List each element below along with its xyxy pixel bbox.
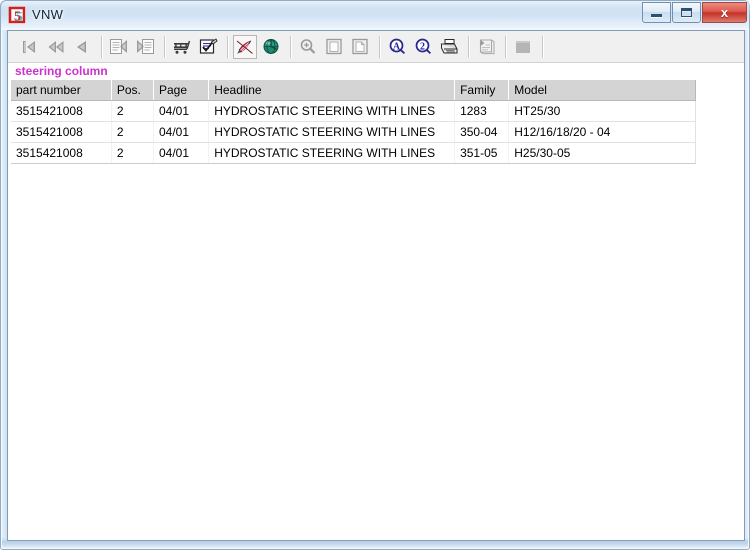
title-bar-gloss xyxy=(1,1,750,15)
toolbar-separator-7 xyxy=(505,35,506,58)
blank-button[interactable] xyxy=(511,35,535,59)
maximize-icon xyxy=(681,8,692,17)
zoom-button[interactable] xyxy=(296,35,320,59)
table-row[interactable]: 3515421008 2 04/01 HYDROSTATIC STEERING … xyxy=(11,142,696,164)
globe-button[interactable] xyxy=(259,35,283,59)
window-title: VNW xyxy=(32,7,64,22)
results-table: part number Pos. Page Headline Family Mo… xyxy=(11,80,696,164)
cell-page: 04/01 xyxy=(153,121,210,143)
maximize-button[interactable] xyxy=(672,2,701,23)
print-button[interactable] xyxy=(437,35,461,59)
toolbar-separator-1 xyxy=(101,35,102,58)
toolbar-separator-8 xyxy=(542,35,543,58)
globe-icon xyxy=(263,39,279,54)
magnifier-plus-icon xyxy=(300,39,316,54)
cell-part-number: 3515421008 xyxy=(11,121,112,143)
play-back-icon xyxy=(77,40,86,53)
application-window: 5 5 VNW x A 2 steering column part numbe… xyxy=(0,0,750,550)
toolbar-separator-4 xyxy=(290,35,291,58)
filled-square-icon xyxy=(516,40,530,53)
find-text-button[interactable]: A xyxy=(385,35,409,59)
svg-text:2: 2 xyxy=(420,41,425,52)
close-icon: x xyxy=(720,5,729,20)
svg-text:A: A xyxy=(392,41,400,52)
cell-pos: 2 xyxy=(111,121,155,143)
document-previous-icon xyxy=(110,39,127,54)
title-bar[interactable]: 5 5 VNW x xyxy=(1,1,750,30)
table-row[interactable]: 3515421008 2 04/01 HYDROSTATIC STEERING … xyxy=(11,121,696,143)
minimize-icon xyxy=(651,14,662,17)
toolbar: A 2 xyxy=(8,31,744,63)
notes-button[interactable] xyxy=(474,35,498,59)
cell-model: H25/30-05 xyxy=(508,142,696,164)
toolbar-separator-2 xyxy=(164,35,165,58)
window-controls: x xyxy=(641,2,747,24)
rewind-icon xyxy=(48,40,64,53)
circled-2-search-icon: 2 xyxy=(415,38,431,55)
order-list-button[interactable] xyxy=(196,35,220,59)
shopping-cart-icon xyxy=(174,40,191,54)
notepad-icon xyxy=(479,39,495,55)
previous-record-button[interactable] xyxy=(70,35,94,59)
cell-part-number: 3515421008 xyxy=(11,100,112,122)
minimize-button[interactable] xyxy=(642,2,671,23)
page-view-button[interactable] xyxy=(322,35,346,59)
page-corner-icon xyxy=(352,38,368,55)
cell-headline-link[interactable]: HYDROSTATIC STEERING WITH LINES xyxy=(208,121,456,143)
document-next-icon xyxy=(137,39,154,54)
shopping-cart-button[interactable] xyxy=(170,35,194,59)
annotate-button[interactable] xyxy=(233,34,257,59)
cell-headline-link[interactable]: HYDROSTATIC STEERING WITH LINES xyxy=(208,100,456,122)
printer-icon xyxy=(440,39,458,54)
toolbar-separator-6 xyxy=(468,35,469,58)
client-area: A 2 steering column part number Pos. Pag… xyxy=(7,30,745,541)
close-button[interactable]: x xyxy=(702,2,747,23)
circled-a-search-icon: A xyxy=(389,38,405,55)
cell-model: H12/16/18/20 - 04 xyxy=(508,121,696,143)
cell-model: HT25/30 xyxy=(508,100,696,122)
cell-family: 1283 xyxy=(454,100,510,122)
fast-rewind-button[interactable] xyxy=(44,35,68,59)
cell-family: 350-04 xyxy=(454,121,510,143)
table-row[interactable]: 3515421008 2 04/01 HYDROSTATIC STEERING … xyxy=(11,100,696,122)
cell-page: 04/01 xyxy=(153,100,210,122)
cell-page: 04/01 xyxy=(153,142,210,164)
cell-part-number: 3515421008 xyxy=(11,142,112,164)
cell-family: 351-05 xyxy=(454,142,510,164)
page-alt-view-button[interactable] xyxy=(348,35,372,59)
first-record-button[interactable] xyxy=(18,35,42,59)
column-header-page[interactable]: Page xyxy=(153,80,210,101)
column-header-pos[interactable]: Pos. xyxy=(111,80,155,101)
find-number-button[interactable]: 2 xyxy=(411,35,435,59)
checklist-document-icon xyxy=(199,38,218,54)
search-result-title: steering column xyxy=(15,64,108,78)
cell-pos: 2 xyxy=(111,142,155,164)
svg-text:5: 5 xyxy=(16,10,23,25)
cell-pos: 2 xyxy=(111,100,155,122)
column-header-family[interactable]: Family xyxy=(454,80,510,101)
app-logo-icon: 5 5 xyxy=(8,6,27,25)
column-header-headline[interactable]: Headline xyxy=(208,80,456,101)
column-header-part-number[interactable]: part number xyxy=(11,80,112,101)
pen-nib-icon xyxy=(236,40,253,54)
table-header-row: part number Pos. Page Headline Family Mo… xyxy=(11,80,696,101)
page-icon xyxy=(326,38,342,55)
column-header-model[interactable]: Model xyxy=(508,80,696,101)
skip-to-start-icon xyxy=(23,40,35,53)
toolbar-separator-5 xyxy=(379,35,380,58)
toolbar-separator-3 xyxy=(227,35,228,58)
next-document-button[interactable] xyxy=(133,35,157,59)
previous-document-button[interactable] xyxy=(107,35,131,59)
cell-headline-link[interactable]: HYDROSTATIC STEERING WITH LINES xyxy=(208,142,456,164)
